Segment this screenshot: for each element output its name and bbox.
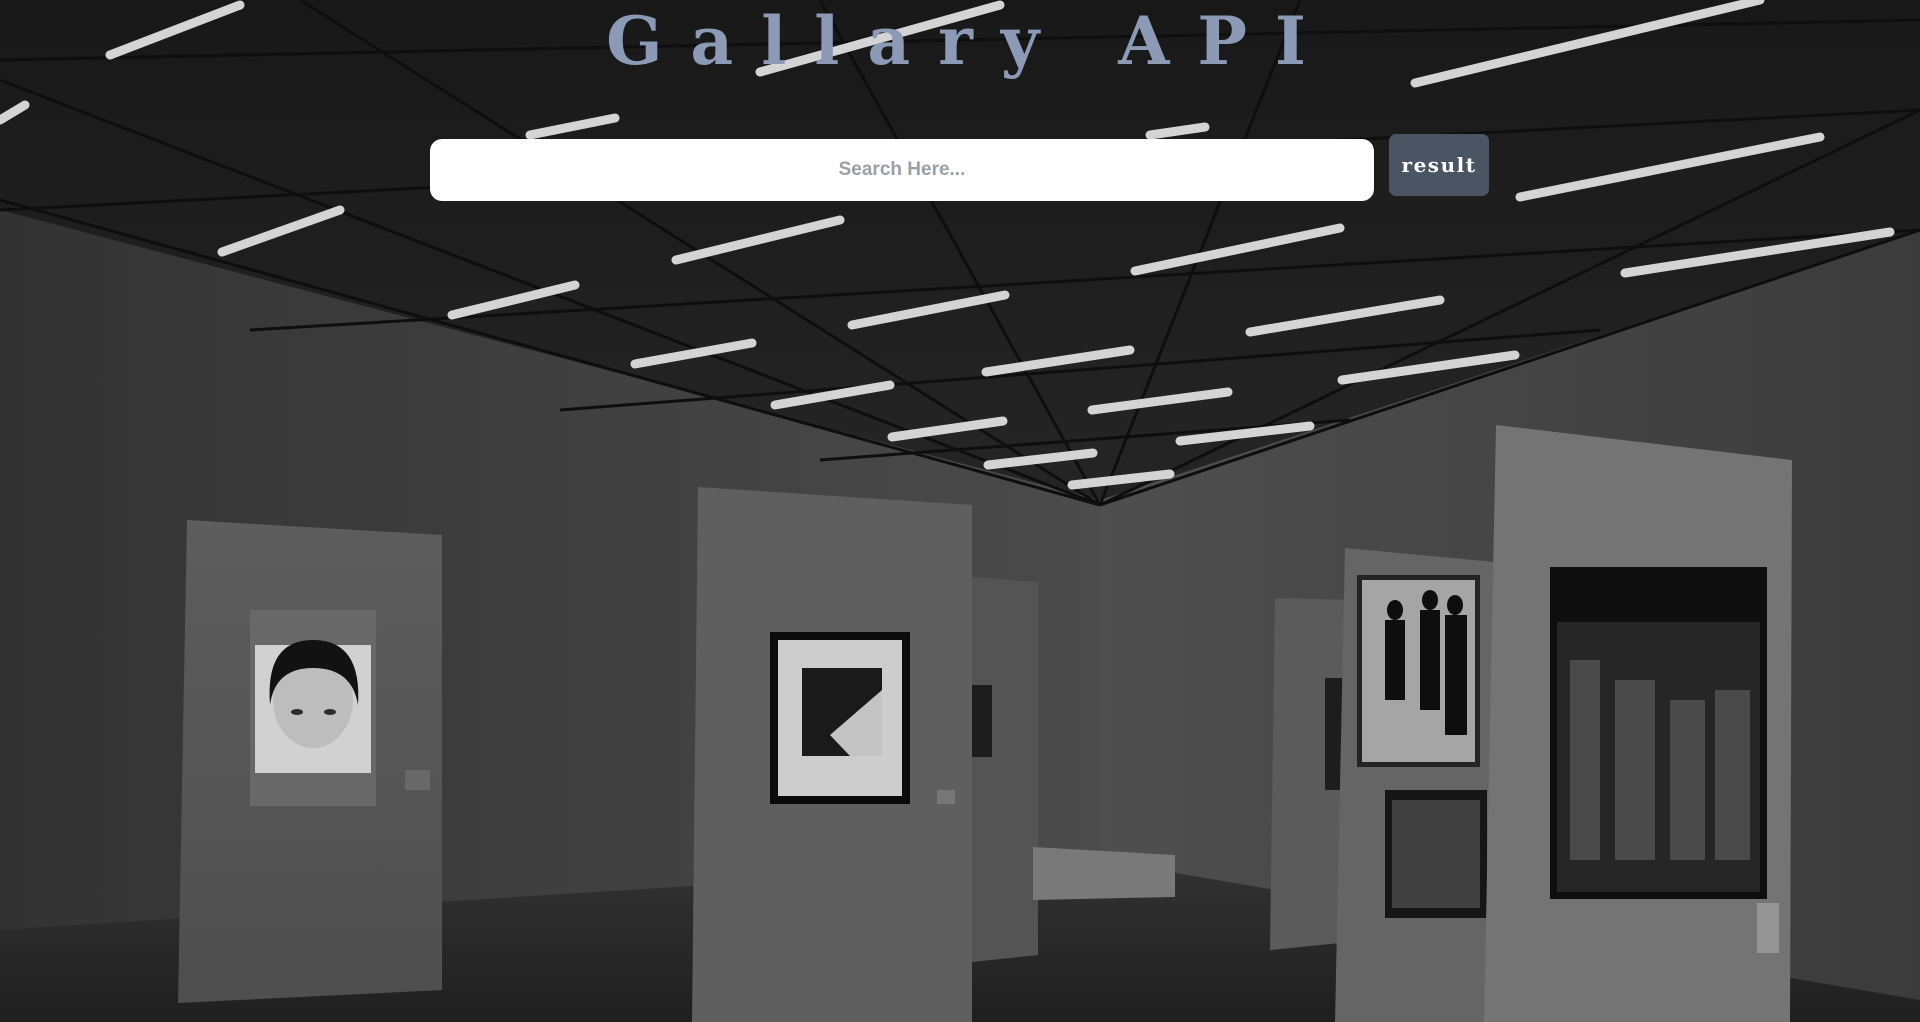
- result-button[interactable]: result: [1389, 134, 1489, 196]
- page-title: Gallary API: [606, 2, 1334, 80]
- search-bar: result: [430, 134, 1489, 201]
- search-input[interactable]: [430, 139, 1374, 201]
- page: Gallary API result: [0, 0, 1920, 1022]
